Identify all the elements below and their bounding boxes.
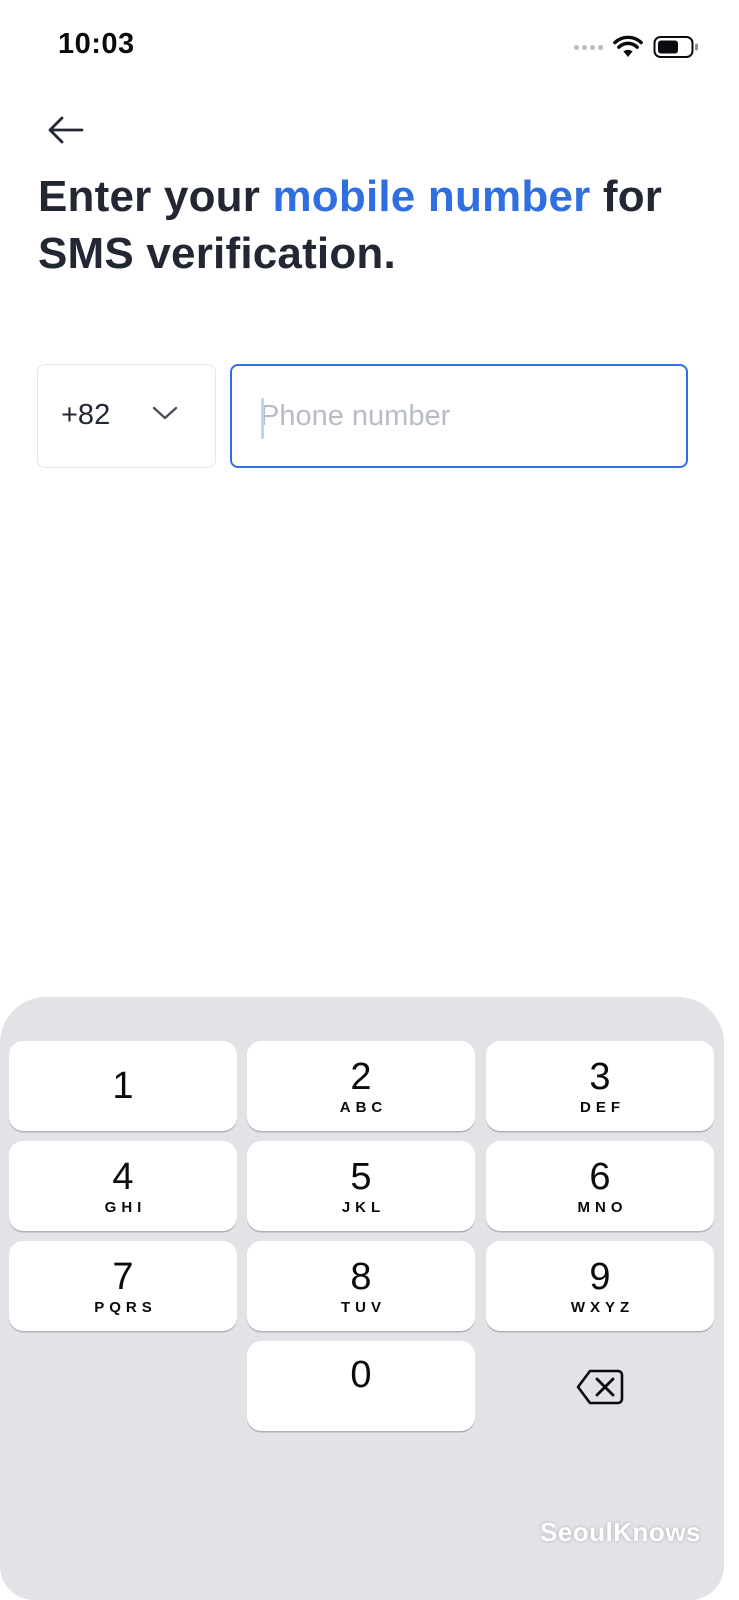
key-letters: ABC [339, 1099, 388, 1116]
page-title: Enter your mobile number for SMS verific… [38, 168, 718, 282]
key-4[interactable]: 4 GHI [9, 1141, 237, 1231]
key-letters: MNO [577, 1199, 628, 1216]
status-icons [574, 32, 699, 62]
key-letters: GHI [104, 1199, 147, 1216]
battery-icon [653, 36, 698, 58]
key-digit: 1 [112, 1065, 134, 1107]
phone-number-field [230, 364, 688, 468]
key-digit: 5 [350, 1156, 372, 1198]
key-letters: DEF [580, 1099, 625, 1116]
key-1[interactable]: 1 [9, 1041, 237, 1131]
delete-key[interactable] [486, 1342, 714, 1432]
key-digit: 0 [350, 1354, 372, 1396]
country-code-select[interactable]: +82 [37, 364, 216, 468]
key-7[interactable]: 7 PQRS [9, 1241, 237, 1331]
key-digit: 7 [112, 1256, 134, 1298]
key-8[interactable]: 8 TUV [247, 1241, 475, 1331]
key-letters: TUV [341, 1299, 386, 1316]
back-button[interactable] [44, 110, 88, 150]
key-digit: 3 [589, 1056, 611, 1098]
text-cursor [261, 398, 264, 439]
key-0[interactable]: 0 [247, 1341, 475, 1431]
key-2[interactable]: 2 ABC [247, 1041, 475, 1131]
key-digit: 6 [589, 1156, 611, 1198]
key-digit: 4 [112, 1156, 134, 1198]
country-code-value: +82 [61, 399, 111, 431]
status-bar: 10:03 [0, 0, 739, 90]
key-6[interactable]: 6 MNO [486, 1141, 714, 1231]
signal-icon [574, 44, 603, 50]
key-letters: WXYZ [570, 1299, 635, 1316]
key-letters: JKL [341, 1199, 386, 1216]
title-accent: mobile number [272, 172, 591, 221]
key-digit: 8 [350, 1256, 372, 1298]
arrow-left-icon [48, 116, 84, 144]
sms-verification-screen: 10:03 Enter your mobile number for SMS v… [0, 0, 739, 1600]
status-time: 10:03 [58, 28, 135, 60]
chevron-down-icon [152, 406, 178, 420]
key-letters: PQRS [94, 1299, 157, 1316]
wifi-icon [613, 35, 643, 57]
key-digit: 9 [589, 1256, 611, 1298]
key-5[interactable]: 5 JKL [247, 1141, 475, 1231]
key-9[interactable]: 9 WXYZ [486, 1241, 714, 1331]
title-prefix: Enter your [38, 172, 273, 221]
key-digit: 2 [350, 1056, 372, 1098]
watermark: SeoulKnows [539, 1517, 701, 1547]
backspace-icon [576, 1369, 624, 1405]
phone-number-input[interactable] [232, 366, 686, 466]
key-3[interactable]: 3 DEF [486, 1041, 714, 1131]
